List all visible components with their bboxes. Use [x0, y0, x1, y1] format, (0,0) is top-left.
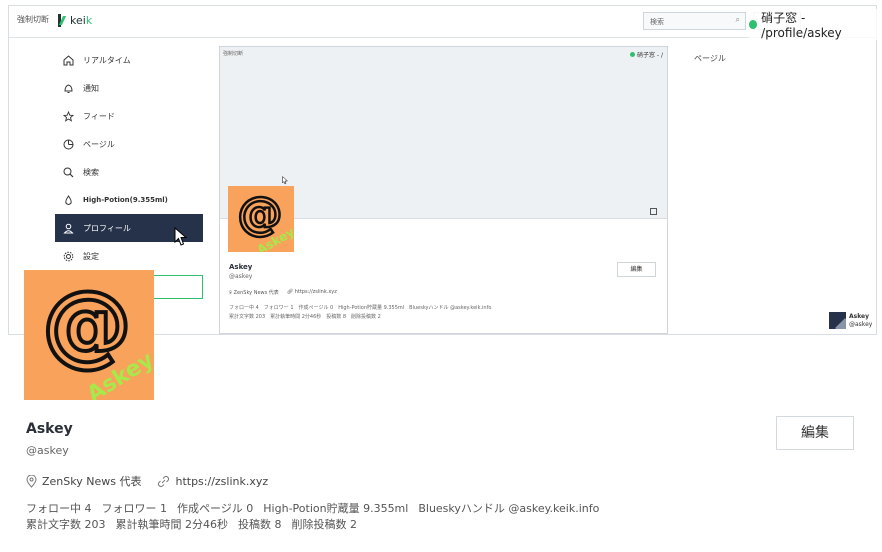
search-placeholder: 検索 — [650, 18, 664, 26]
avatar — [829, 312, 846, 329]
location-label: ⌾ ZenSky News 代表 — [229, 290, 279, 296]
profile-links: ZenSky News 代表 https://zslink.xyz — [26, 473, 268, 489]
sidebar-item-realtime[interactable]: リアルタイム — [55, 46, 203, 74]
window-path-label: 硝子窓 - /profile/askey — [749, 9, 882, 40]
edit-button[interactable]: 編集 — [617, 262, 656, 277]
drop-icon — [63, 194, 74, 206]
sidebar-item-label: フィード — [83, 111, 115, 121]
inner-status: 硝子窓 - / — [630, 50, 663, 59]
url-link[interactable]: 🔗︎ https://zslink.xyz — [287, 289, 337, 296]
inner-force-cut: 強制切断 — [223, 51, 244, 57]
pie-icon — [63, 139, 74, 150]
profile-avatar[interactable]: @ Askey — [24, 270, 154, 400]
profile-links: ⌾ ZenSky News 代表 🔗︎ https://zslink.xyz — [229, 289, 337, 296]
sidebar-item-label: ページル — [83, 139, 115, 149]
account-handle: @askey — [849, 320, 873, 328]
svg-text:@: @ — [42, 272, 132, 377]
followers-count[interactable]: フォロワー 1 — [102, 502, 168, 515]
stats-line: 累計文字数 203 累計執筆時間 2分46秒 投稿数 8 削除投稿数 2 — [229, 314, 381, 320]
total-writing-time: 累計執筆時間 2分46秒 — [115, 518, 229, 531]
profile-handle: @askey — [229, 273, 253, 280]
window-path-text: 硝子窓 - /profile/askey — [761, 11, 842, 40]
sidebar-item-label: 通知 — [83, 83, 99, 93]
star-icon — [62, 110, 75, 122]
profile-name: Askey — [229, 263, 253, 271]
account-switcher[interactable]: Askey @askey — [829, 312, 872, 329]
status-dot-icon — [749, 20, 758, 29]
user-icon — [63, 223, 74, 234]
app-logo[interactable]: keik — [58, 14, 92, 27]
logo-accent: k — [85, 14, 93, 27]
location-text: ZenSky News 代表 — [42, 475, 142, 488]
mouse-cursor-icon — [282, 176, 288, 185]
home-icon — [63, 54, 74, 66]
avatar[interactable]: @ Askey — [228, 186, 294, 252]
website-link[interactable]: https://zslink.xyz — [157, 473, 268, 489]
stats-row: フォロー中 4 フォロワー 1 作成ページル 0 High-Potion貯蔵量 9.3… — [26, 501, 599, 517]
location-label: ZenSky News 代表 — [26, 473, 141, 489]
location-pin-icon — [26, 474, 37, 488]
sidebar-item-high-potion[interactable]: High-Potion(9.355ml) — [55, 186, 203, 214]
search-icon: ⌕ — [735, 15, 740, 24]
sidebar-item-label: 検索 — [83, 167, 99, 177]
total-chars: 累計文字数 203 — [26, 518, 106, 531]
bell-icon — [63, 83, 74, 94]
gear-icon — [63, 251, 74, 262]
link-icon — [158, 475, 170, 487]
nested-preview: 強制切断 硝子窓 - / @ Askey 編集 Askey @askey ⌾ Z… — [219, 46, 668, 334]
sidebar-item-label: リアルタイム — [83, 55, 131, 65]
mouse-cursor-icon — [174, 227, 188, 246]
sidebar-item-label: High-Potion(9.355ml) — [83, 196, 168, 204]
profile-stats: フォロー中 4 フォロワー 1 作成ページル 0 High-Potion貯蔵量 9.3… — [26, 501, 599, 533]
post-count: 投稿数 8 — [238, 518, 282, 531]
force-disconnect-button[interactable]: 強制切断 — [17, 14, 49, 25]
edit-profile-button[interactable]: 編集 — [776, 416, 854, 450]
sidebar-item-search[interactable]: 検索 — [55, 158, 203, 186]
sidebar-item-pages[interactable]: ページル — [55, 130, 203, 158]
deleted-post-count: 削除投稿数 2 — [291, 518, 358, 531]
sidebar-item-feed[interactable]: フィード — [55, 102, 203, 130]
pages-created: 作成ページル 0 — [177, 502, 254, 515]
profile-name: Askey — [26, 421, 73, 437]
sidebar-item-notifications[interactable]: 通知 — [55, 74, 203, 102]
stats-row: 累計文字数 203 累計執筆時間 2分46秒 投稿数 8 削除投稿数 2 — [26, 517, 599, 533]
stats-line: フォロー中 4 フォロワー 1 作成ページル 0 High-Potion貯蔵量 … — [229, 305, 492, 311]
bluesky-handle: Blueskyハンドル @askey.keik.info — [418, 502, 600, 515]
search-input[interactable]: 検索 ⌕ — [643, 12, 746, 30]
pages-heading: ページル — [694, 54, 726, 63]
account-name: Askey — [849, 312, 870, 320]
logo-text: kei — [70, 14, 86, 27]
following-count[interactable]: フォロー中 4 — [26, 502, 92, 515]
profile-handle: @askey — [26, 444, 69, 457]
sidebar-item-label: プロフィール — [83, 223, 131, 233]
potion-storage: High-Potion貯蔵量 9.355ml — [263, 502, 409, 515]
logo-icon — [58, 14, 67, 27]
sidebar-item-label: 設定 — [83, 251, 99, 261]
website-url: https://zslink.xyz — [175, 474, 269, 488]
top-bar: 強制切断 keik 検索 ⌕ — [9, 6, 876, 38]
profile-stats: フォロー中 4 フォロワー 1 作成ページル 0 High-Potion貯蔵量 … — [229, 304, 491, 322]
expand-icon[interactable] — [650, 208, 657, 215]
search-icon — [63, 167, 74, 178]
